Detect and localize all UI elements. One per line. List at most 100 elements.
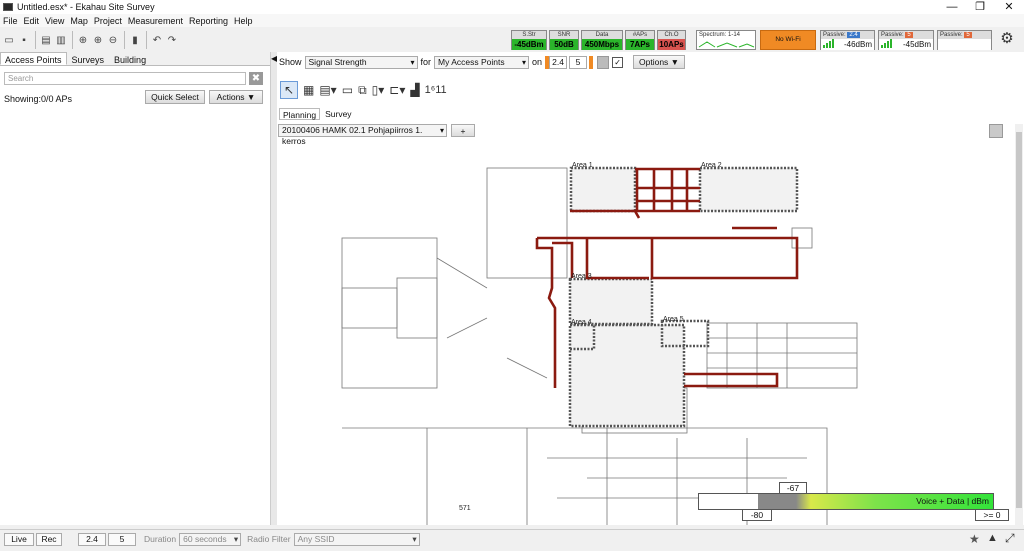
- floor-plan-canvas[interactable]: Area 1 Area 2 Area 3 Area 4 Area 5 571: [327, 138, 961, 525]
- search-input[interactable]: Search: [4, 72, 246, 85]
- ap-count-text: Showing:0/0 APs: [4, 94, 73, 104]
- status-band-24[interactable]: 2.4: [78, 532, 106, 546]
- zoom-out-icon[interactable]: ⊖: [106, 33, 120, 47]
- minimize-button[interactable]: —: [938, 0, 966, 14]
- menu-map[interactable]: Map: [70, 16, 88, 26]
- band-color-marker: [589, 55, 594, 69]
- title-bar: Untitled.esx* - Ekahau Site Survey — ❐ ✕: [0, 0, 1024, 14]
- minimap-icon[interactable]: [989, 124, 1003, 138]
- duration-label: Duration: [144, 534, 177, 544]
- band-badge: 5: [905, 32, 913, 38]
- channel-plan-icon[interactable]: 1⁶11: [425, 81, 447, 99]
- select-pointer-icon[interactable]: ↖: [280, 81, 298, 99]
- status-band-5[interactable]: 5: [108, 532, 136, 546]
- ap-tool-icon[interactable]: ▭: [342, 81, 353, 99]
- duration-select[interactable]: 60 seconds: [179, 532, 242, 546]
- for-label: for: [420, 57, 432, 67]
- area-tool-icon[interactable]: ⊏▾: [389, 81, 405, 99]
- band-badge: 5: [964, 32, 972, 38]
- star-icon[interactable]: ★: [969, 532, 980, 546]
- floor-select[interactable]: 20100406 HAMK 02.1 Pohjapiirros 1. kerro…: [278, 124, 447, 146]
- menu-file[interactable]: File: [3, 16, 18, 26]
- stat-value: 450Mbps: [582, 39, 622, 50]
- gear-icon[interactable]: ⚙: [999, 31, 1015, 47]
- zoom-in-icon[interactable]: ⊕: [91, 33, 105, 47]
- copy-ap-icon[interactable]: ⧉: [358, 81, 367, 99]
- snr-stat[interactable]: SNR 50dB: [549, 30, 579, 50]
- redo-icon[interactable]: ↷: [165, 33, 179, 47]
- stat-value: -45dBm: [512, 39, 546, 50]
- tab-surveys[interactable]: Surveys: [67, 52, 110, 65]
- channel-overlap-stat[interactable]: Ch.O 10APs: [657, 30, 686, 50]
- zoom-fit-icon[interactable]: ⊕: [76, 33, 90, 47]
- visualization-select[interactable]: Signal Strength: [304, 55, 418, 69]
- wifi-association-status[interactable]: No Wi-Fi Association: [760, 30, 816, 61]
- menu-measurement[interactable]: Measurement: [128, 16, 183, 26]
- menu-bar: File Edit View Map Project Measurement R…: [0, 14, 1024, 27]
- quick-select-button[interactable]: Quick Select: [145, 90, 205, 104]
- target-select[interactable]: My Access Points: [434, 55, 530, 69]
- chart-icon[interactable]: ▮: [128, 33, 142, 47]
- stat-label: Data: [582, 31, 622, 39]
- auto-plan-icon[interactable]: ▟: [410, 81, 419, 99]
- tab-access-points[interactable]: Access Points: [0, 52, 67, 65]
- scrollbar-thumb[interactable]: [1016, 132, 1022, 508]
- passive-24-widget[interactable]: Passive: 2.4 -46dBm: [820, 30, 875, 50]
- radio-filter-label: Radio Filter: [247, 534, 291, 544]
- live-button[interactable]: Live: [4, 532, 34, 546]
- print-icon[interactable]: ▤: [39, 33, 53, 47]
- stat-label: Ch.O: [658, 31, 685, 39]
- stat-label: S.Str: [512, 31, 546, 39]
- rec-button[interactable]: Rec: [36, 532, 62, 546]
- data-rate-stat[interactable]: Data 450Mbps: [581, 30, 623, 50]
- window-title: Untitled.esx* - Ekahau Site Survey: [17, 2, 155, 12]
- band-24-toggle[interactable]: 2.4: [549, 55, 568, 69]
- tab-building[interactable]: Building: [109, 52, 151, 65]
- band-5-toggle[interactable]: 5: [569, 55, 588, 69]
- toolbar-divider: [124, 31, 125, 49]
- left-tabs: Access Points Surveys Building: [0, 52, 270, 66]
- options-button[interactable]: Options ▼: [633, 55, 686, 69]
- clear-search-icon[interactable]: ✖: [249, 72, 263, 85]
- stat-value: 10APs: [658, 39, 685, 50]
- left-panel: Access Points Surveys Building Search ✖ …: [0, 52, 271, 525]
- export-icon[interactable]: ▥: [54, 33, 68, 47]
- undo-icon[interactable]: ↶: [150, 33, 164, 47]
- stat-value: 7APs: [626, 39, 654, 50]
- note-tool-icon[interactable]: ▯▾: [372, 81, 385, 99]
- legend-min-value[interactable]: -80: [742, 509, 772, 521]
- spectrum-widget[interactable]: Spectrum: 1-14: [696, 30, 756, 50]
- menu-help[interactable]: Help: [234, 16, 253, 26]
- tab-survey[interactable]: Survey: [322, 108, 354, 120]
- fullscreen-icon[interactable]: ⤢: [1005, 531, 1015, 546]
- legend-max-value[interactable]: >= 0: [975, 509, 1009, 521]
- maximize-button[interactable]: ❐: [966, 0, 994, 14]
- menu-edit[interactable]: Edit: [24, 16, 40, 26]
- actions-button[interactable]: Actions ▼: [209, 90, 263, 104]
- app-icon: [3, 3, 13, 11]
- door-tool-icon[interactable]: ▤▾: [319, 81, 336, 99]
- legend-threshold-marker[interactable]: -67: [779, 482, 807, 494]
- ap-count-stat[interactable]: #APs 7APs: [625, 30, 655, 50]
- toolbar-divider: [146, 31, 147, 49]
- expand-up-icon[interactable]: ▲: [987, 532, 998, 544]
- tab-planning[interactable]: Planning: [279, 108, 321, 120]
- add-floor-button[interactable]: +: [451, 124, 475, 137]
- passive-5-widget[interactable]: Passive: 5 -45dBm: [878, 30, 934, 50]
- passive-label: Passive: 2.4: [821, 31, 874, 39]
- save-icon[interactable]: ▪: [17, 33, 31, 47]
- signal-strength-stat[interactable]: S.Str -45dBm: [511, 30, 547, 50]
- open-icon[interactable]: ▭: [2, 33, 16, 47]
- menu-reporting[interactable]: Reporting: [189, 16, 228, 26]
- checkbox-icon[interactable]: ✓: [612, 56, 624, 68]
- wall-tool-icon[interactable]: ▦: [303, 81, 314, 99]
- menu-view[interactable]: View: [45, 16, 64, 26]
- ssid-select[interactable]: Any SSID: [293, 532, 420, 546]
- map-tools: ↖ ▦ ▤▾ ▭ ⧉ ▯▾ ⊏▾ ▟ 1⁶11: [280, 79, 452, 101]
- menu-project[interactable]: Project: [94, 16, 122, 26]
- close-button[interactable]: ✕: [995, 0, 1023, 14]
- vertical-scrollbar[interactable]: [1015, 124, 1023, 525]
- passive-5b-widget[interactable]: Passive: 5: [937, 30, 992, 50]
- refresh-icon[interactable]: [597, 55, 610, 69]
- toolbar-divider: [72, 31, 73, 49]
